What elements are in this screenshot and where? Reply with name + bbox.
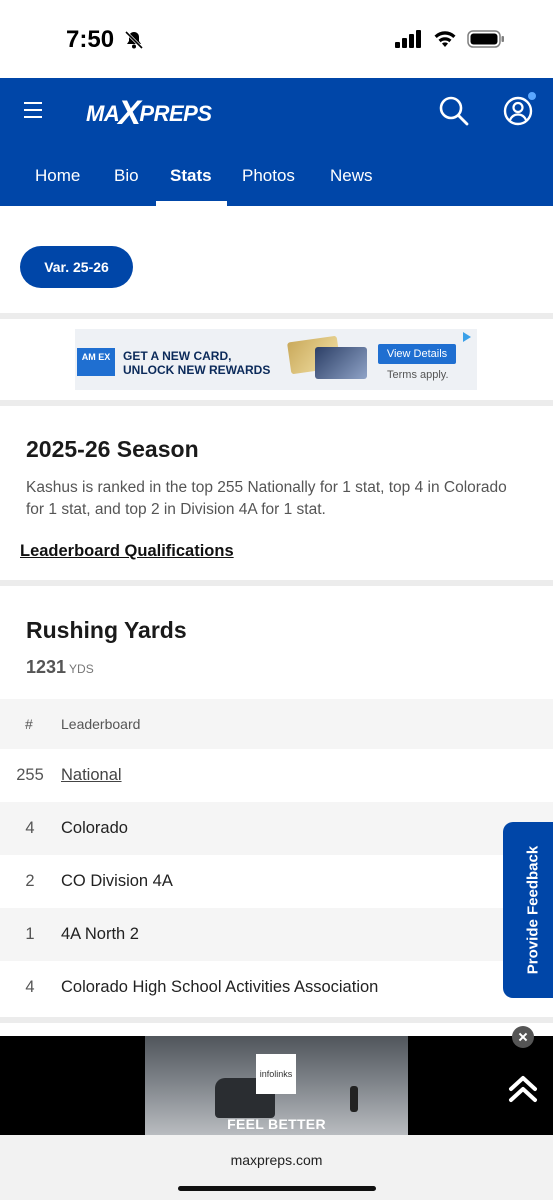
amex-logo: AM EX: [77, 348, 115, 376]
status-time: 7:50: [66, 26, 115, 53]
ad-headline: GET A NEW CARD, UNLOCK NEW REWARDS: [123, 349, 270, 377]
stat-number: 1231: [26, 657, 67, 677]
bell-slash-icon: [124, 30, 144, 50]
stat-title: Rushing Yards: [26, 617, 187, 643]
section-divider: [0, 400, 553, 406]
status-indicators: [395, 30, 505, 48]
section-divider: [0, 1017, 553, 1023]
section-divider: [0, 313, 553, 319]
tab-home[interactable]: Home: [35, 143, 80, 206]
credit-cards-image: [287, 335, 379, 383]
row-leaderboard-name: CO Division 4A: [61, 872, 173, 890]
ad-person-image: [350, 1086, 358, 1112]
ad-terms: Terms apply.: [387, 369, 449, 381]
row-rank: 1: [25, 925, 35, 943]
tab-photos[interactable]: Photos: [242, 143, 295, 206]
ad-video-frame[interactable]: infolinks FEEL BETTER: [145, 1036, 408, 1135]
ad-headline-line2: UNLOCK NEW REWARDS: [123, 363, 271, 377]
active-tab-indicator: [156, 201, 227, 206]
ad-headline-line1: GET A NEW CARD,: [123, 349, 232, 363]
infolinks-logo: infolinks: [256, 1054, 296, 1094]
row-leaderboard-name: 4A North 2: [61, 925, 139, 943]
stat-value: 1231 YDS: [26, 657, 94, 678]
provide-feedback-label: Provide Feedback: [524, 845, 542, 975]
season-title: 2025-26 Season: [26, 436, 199, 462]
season-description: Kashus is ranked in the top 255 National…: [26, 479, 507, 518]
ad-banner[interactable]: AM EX GET A NEW CARD, UNLOCK NEW REWARDS…: [75, 329, 477, 390]
provide-feedback-button[interactable]: Provide Feedback: [503, 822, 553, 998]
row-rank: 2: [25, 872, 35, 890]
table-row: 1 4A North 2: [0, 908, 553, 961]
table-row: 2 CO Division 4A: [0, 855, 553, 908]
account-button[interactable]: [502, 90, 538, 132]
ad-view-details-button[interactable]: View Details: [378, 344, 456, 364]
logo-text-left: MA: [86, 100, 120, 126]
rank-column-header: #: [25, 716, 33, 732]
logo-text-right: PREPS: [139, 100, 212, 126]
season-selector-button[interactable]: Var. 25-26: [20, 246, 133, 288]
search-icon[interactable]: [438, 95, 470, 127]
tab-bio[interactable]: Bio: [114, 143, 139, 206]
table-row: 4 Colorado High School Activities Associ…: [0, 961, 553, 1014]
menu-icon[interactable]: [24, 102, 42, 118]
maxpreps-logo[interactable]: MA X PREPS: [86, 94, 212, 133]
url-field[interactable]: maxpreps.com: [0, 1152, 553, 1168]
table-row: 4 Colorado: [0, 802, 553, 855]
wifi-icon: [434, 31, 456, 47]
status-bar: 7:50: [0, 0, 553, 78]
close-ad-icon[interactable]: [512, 1026, 534, 1048]
leaderboard-table-header: # Leaderboard: [0, 699, 553, 749]
section-divider: [0, 580, 553, 586]
row-rank: 4: [25, 819, 35, 837]
leaderboard-national-link[interactable]: National: [61, 766, 122, 785]
cellular-signal-icon: [395, 30, 421, 48]
browser-address-bar: maxpreps.com: [0, 1135, 553, 1200]
battery-icon: [467, 30, 504, 48]
adchoices-icon[interactable]: [461, 331, 473, 343]
tab-news[interactable]: News: [330, 143, 373, 206]
leaderboard-column-header: Leaderboard: [61, 716, 141, 732]
tab-stats[interactable]: Stats: [170, 143, 212, 206]
bottom-video-ad[interactable]: infolinks FEEL BETTER: [0, 1036, 553, 1135]
home-indicator[interactable]: [178, 1186, 376, 1191]
app-header: MA X PREPS: [0, 78, 553, 143]
ad-tagline: FEEL BETTER: [227, 1116, 326, 1132]
stat-unit: YDS: [69, 662, 94, 676]
logo-x: X: [118, 94, 141, 132]
double-chevron-up-icon[interactable]: [507, 1074, 539, 1104]
row-rank: 255: [16, 766, 44, 784]
row-leaderboard-name: Colorado High School Activities Associat…: [61, 978, 379, 996]
row-rank: 4: [25, 978, 35, 996]
leaderboard-qualifications-link[interactable]: Leaderboard Qualifications: [20, 542, 234, 561]
profile-tabs: Home Bio Stats Photos News: [0, 143, 553, 206]
row-leaderboard-name: Colorado: [61, 819, 128, 837]
table-row: 255 National: [0, 749, 553, 802]
notification-dot: [526, 90, 538, 102]
